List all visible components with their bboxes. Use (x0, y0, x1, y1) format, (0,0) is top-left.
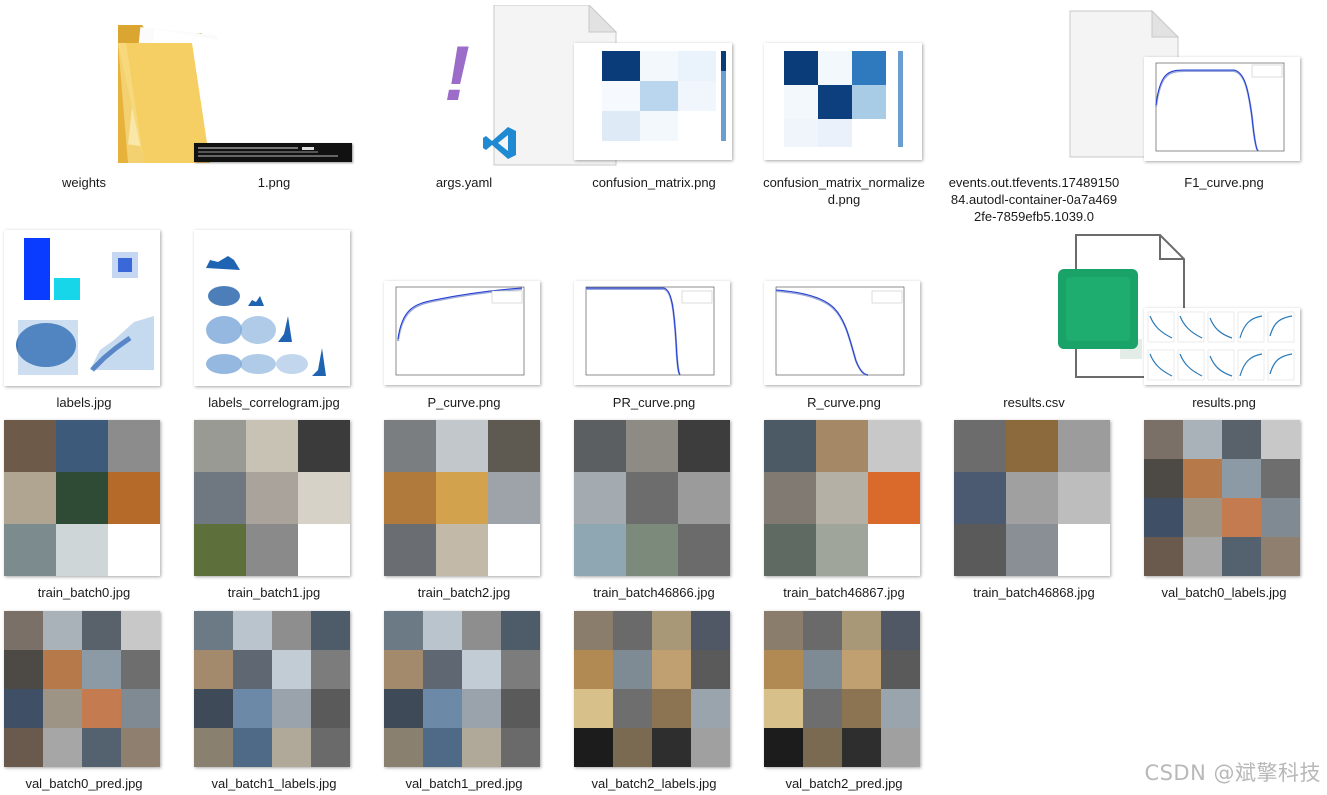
file-name: confusion_matrix_normalized.png (763, 175, 925, 207)
file-pr-curve[interactable]: PR_curve.png (564, 225, 744, 411)
file-val-batch1-pred[interactable]: val_batch1_pred.jpg (374, 606, 554, 792)
file-name: train_batch1.jpg (227, 585, 321, 600)
file-name: PR_curve.png (612, 395, 696, 410)
file-name: train_batch46866.jpg (593, 585, 715, 600)
file-r-curve[interactable]: R_curve.png (754, 225, 934, 411)
file-train-batch0[interactable]: train_batch0.jpg (0, 415, 174, 601)
file-train-batch46866[interactable]: train_batch46866.jpg (564, 415, 744, 601)
r-curve-thumbnail (764, 281, 920, 385)
image-thumbnail (194, 420, 350, 576)
results-thumbnail (1144, 308, 1300, 385)
image-thumbnail (384, 611, 540, 767)
csv-letter-icon: S (992, 282, 1024, 334)
file-train-batch46867[interactable]: train_batch46867.jpg (754, 415, 934, 601)
file-name: 1.png (257, 175, 291, 190)
image-thumbnail (194, 611, 350, 767)
file-name: results.png (1192, 395, 1256, 410)
file-name: F1_curve.png (1184, 175, 1264, 190)
exclamation-icon: ! (444, 29, 470, 117)
file-val-batch2-pred[interactable]: val_batch2_pred.jpg (754, 606, 934, 792)
image-thumbnail (1144, 420, 1300, 576)
image-thumbnail (764, 420, 920, 576)
image-thumbnail (954, 420, 1110, 576)
file-name: labels.jpg (56, 395, 112, 410)
image-thumbnail (4, 420, 160, 576)
file-weights[interactable]: weights (0, 5, 232, 191)
file-name: P_curve.png (427, 395, 501, 410)
file-results-csv[interactable]: S results.csv (944, 225, 1185, 411)
file-1png[interactable]: 1.png (184, 5, 364, 191)
file-val-batch1-labels[interactable]: val_batch1_labels.jpg (184, 606, 364, 792)
watermark: CSDN @斌擎科技 (1144, 761, 1321, 785)
file-name: val_batch1_pred.jpg (405, 776, 523, 791)
terminal-image (194, 143, 352, 162)
file-name: val_batch0_pred.jpg (25, 776, 143, 791)
file-labels[interactable]: labels.jpg (0, 225, 174, 411)
file-val-batch0-pred[interactable]: val_batch0_pred.jpg (0, 606, 174, 792)
file-name: val_batch2_labels.jpg (591, 776, 717, 791)
file-name: results.csv (1003, 395, 1065, 410)
image-thumbnail (4, 611, 160, 767)
f1-curve-thumbnail (1144, 57, 1300, 161)
file-f1-curve[interactable]: F1_curve.png (1134, 5, 1314, 191)
file-args-yaml[interactable]: ! args.yaml (374, 5, 618, 191)
confusion-matrix-normalized-thumbnail (764, 43, 922, 160)
p-curve-thumbnail (384, 281, 540, 385)
file-name: train_batch0.jpg (37, 585, 131, 600)
file-name: val_batch0_labels.jpg (1161, 585, 1287, 600)
file-train-batch1[interactable]: train_batch1.jpg (184, 415, 364, 601)
file-name: events.out.tfevents.1748915084.autodl-co… (948, 175, 1120, 224)
file-name: train_batch2.jpg (417, 585, 511, 600)
file-name: confusion_matrix.png (592, 175, 716, 190)
image-thumbnail (764, 611, 920, 767)
file-name: args.yaml (435, 175, 493, 190)
file-name: R_curve.png (807, 395, 881, 410)
labels-thumbnail (4, 230, 160, 386)
pr-curve-thumbnail (574, 281, 730, 385)
file-name: weights (61, 175, 107, 190)
file-name: val_batch1_labels.jpg (211, 776, 337, 791)
file-name: val_batch2_pred.jpg (785, 776, 903, 791)
file-p-curve[interactable]: P_curve.png (374, 225, 554, 411)
file-name: labels_correlogram.jpg (208, 395, 340, 410)
file-train-batch2[interactable]: train_batch2.jpg (374, 415, 554, 601)
file-val-batch2-labels[interactable]: val_batch2_labels.jpg (564, 606, 744, 792)
file-name: train_batch46867.jpg (783, 585, 905, 600)
vscode-icon (483, 127, 516, 159)
confusion-matrix-thumbnail (574, 43, 732, 160)
file-results-png[interactable]: results.png (1134, 225, 1314, 411)
correlogram-thumbnail (194, 230, 350, 386)
file-val-batch0-labels[interactable]: val_batch0_labels.jpg (1134, 415, 1314, 601)
file-labels-correlogram[interactable]: labels_correlogram.jpg (184, 225, 364, 411)
image-thumbnail (384, 420, 540, 576)
file-tfevents[interactable]: events.out.tfevents.1748915084.autodl-co… (944, 5, 1180, 225)
image-thumbnail (574, 611, 730, 767)
file-name: train_batch46868.jpg (973, 585, 1095, 600)
file-confusion-matrix[interactable]: confusion_matrix.png (564, 5, 744, 191)
file-train-batch46868[interactable]: train_batch46868.jpg (944, 415, 1124, 601)
file-confusion-matrix-normalized[interactable]: confusion_matrix_normalized.png (754, 5, 934, 208)
image-thumbnail (574, 420, 730, 576)
